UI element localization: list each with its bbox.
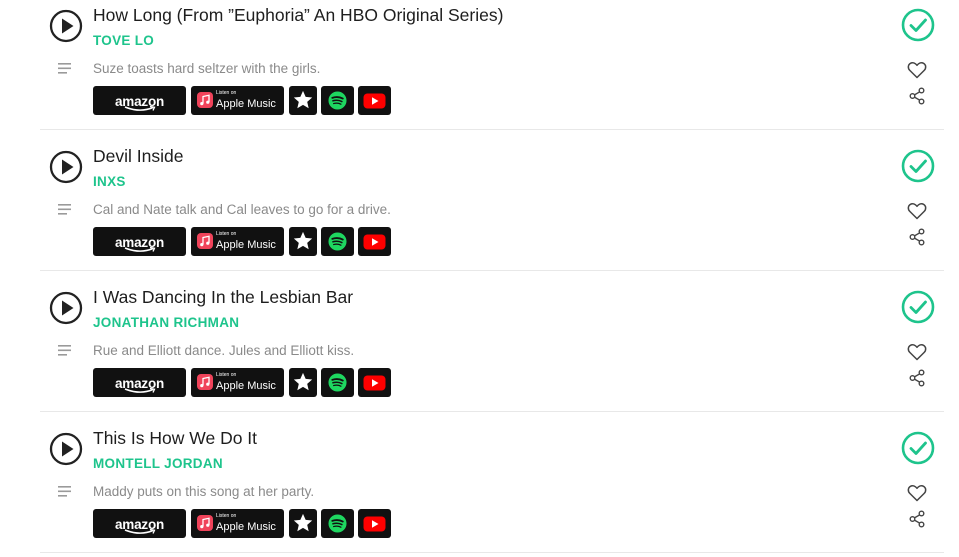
- apple-music-icon: [197, 233, 213, 249]
- amazon-button[interactable]: amazon: [93, 227, 186, 256]
- apple-music-label: Apple Music: [216, 98, 276, 110]
- song-title[interactable]: I Was Dancing In the Lesbian Bar: [93, 287, 353, 308]
- heart-icon[interactable]: [907, 484, 927, 502]
- amazon-smile-icon: [124, 247, 156, 252]
- artist-name[interactable]: TOVE LO: [93, 33, 154, 48]
- song-title[interactable]: How Long (From ”Euphoria” An HBO Origina…: [93, 5, 503, 26]
- star-icon: [293, 90, 313, 109]
- youtube-button[interactable]: [358, 368, 391, 397]
- spotify-button[interactable]: [321, 227, 354, 256]
- apple-music-button[interactable]: Listen on Apple Music: [191, 368, 284, 397]
- apple-music-label: Apple Music: [216, 521, 276, 533]
- amazon-button[interactable]: amazon: [93, 86, 186, 115]
- check-icon[interactable]: [901, 431, 935, 465]
- scene-menu-icon[interactable]: [57, 203, 73, 217]
- spotify-icon: [328, 514, 347, 533]
- track-row: How Long (From ”Euphoria” An HBO Origina…: [40, 0, 944, 130]
- spotify-icon: [328, 232, 347, 251]
- scene-description: Rue and Elliott dance. Jules and Elliott…: [93, 343, 355, 358]
- youtube-button[interactable]: [358, 86, 391, 115]
- star-icon: [293, 513, 313, 532]
- apple-music-button[interactable]: Listen on Apple Music: [191, 86, 284, 115]
- amazon-smile-icon: [124, 529, 156, 534]
- scene-description: Maddy puts on this song at her party.: [93, 484, 315, 499]
- track-row: I Was Dancing In the Lesbian Bar JONATHA…: [40, 270, 944, 412]
- amazon-button[interactable]: amazon: [93, 368, 186, 397]
- youtube-icon: [363, 93, 386, 109]
- play-icon[interactable]: [49, 9, 83, 43]
- apple-music-label: Apple Music: [216, 239, 276, 251]
- apple-music-sub-label: Listen on: [216, 231, 237, 237]
- amazon-smile-icon: [124, 106, 156, 111]
- spotify-button[interactable]: [321, 509, 354, 538]
- youtube-icon: [363, 516, 386, 532]
- youtube-button[interactable]: [358, 509, 391, 538]
- favorite-service-button[interactable]: [289, 509, 317, 538]
- scene-menu-icon[interactable]: [57, 344, 73, 358]
- favorite-service-button[interactable]: [289, 227, 317, 256]
- track-row: Devil Inside INXS Cal and Nate talk and …: [40, 129, 944, 271]
- artist-name[interactable]: MONTELL JORDAN: [93, 456, 223, 471]
- share-icon[interactable]: [908, 510, 926, 528]
- apple-music-sub-label: Listen on: [216, 372, 237, 378]
- apple-music-icon: [197, 515, 213, 531]
- heart-icon[interactable]: [907, 202, 927, 220]
- scene-menu-icon[interactable]: [57, 485, 73, 499]
- amazon-smile-icon: [124, 388, 156, 393]
- artist-name[interactable]: INXS: [93, 174, 126, 189]
- spotify-button[interactable]: [321, 86, 354, 115]
- scene-description: Cal and Nate talk and Cal leaves to go f…: [93, 202, 391, 217]
- song-title[interactable]: This Is How We Do It: [93, 428, 257, 449]
- star-icon: [293, 372, 313, 391]
- share-icon[interactable]: [908, 228, 926, 246]
- apple-music-sub-label: Listen on: [216, 90, 237, 96]
- heart-icon[interactable]: [907, 343, 927, 361]
- song-title[interactable]: Devil Inside: [93, 146, 183, 167]
- youtube-icon: [363, 375, 386, 391]
- artist-name[interactable]: JONATHAN RICHMAN: [93, 315, 239, 330]
- amazon-button[interactable]: amazon: [93, 509, 186, 538]
- favorite-service-button[interactable]: [289, 86, 317, 115]
- share-icon[interactable]: [908, 369, 926, 387]
- scene-menu-icon[interactable]: [57, 62, 73, 76]
- track-row: This Is How We Do It MONTELL JORDAN Madd…: [40, 411, 944, 553]
- check-icon[interactable]: [901, 8, 935, 42]
- spotify-icon: [328, 373, 347, 392]
- share-icon[interactable]: [908, 87, 926, 105]
- star-icon: [293, 231, 313, 250]
- play-icon[interactable]: [49, 150, 83, 184]
- apple-music-icon: [197, 92, 213, 108]
- check-icon[interactable]: [901, 149, 935, 183]
- scene-description: Suze toasts hard seltzer with the girls.: [93, 61, 321, 76]
- apple-music-button[interactable]: Listen on Apple Music: [191, 227, 284, 256]
- youtube-icon: [363, 234, 386, 250]
- play-icon[interactable]: [49, 432, 83, 466]
- youtube-button[interactable]: [358, 227, 391, 256]
- apple-music-icon: [197, 374, 213, 390]
- apple-music-label: Apple Music: [216, 380, 276, 392]
- spotify-icon: [328, 91, 347, 110]
- play-icon[interactable]: [49, 291, 83, 325]
- apple-music-sub-label: Listen on: [216, 513, 237, 519]
- favorite-service-button[interactable]: [289, 368, 317, 397]
- apple-music-button[interactable]: Listen on Apple Music: [191, 509, 284, 538]
- check-icon[interactable]: [901, 290, 935, 324]
- heart-icon[interactable]: [907, 61, 927, 79]
- spotify-button[interactable]: [321, 368, 354, 397]
